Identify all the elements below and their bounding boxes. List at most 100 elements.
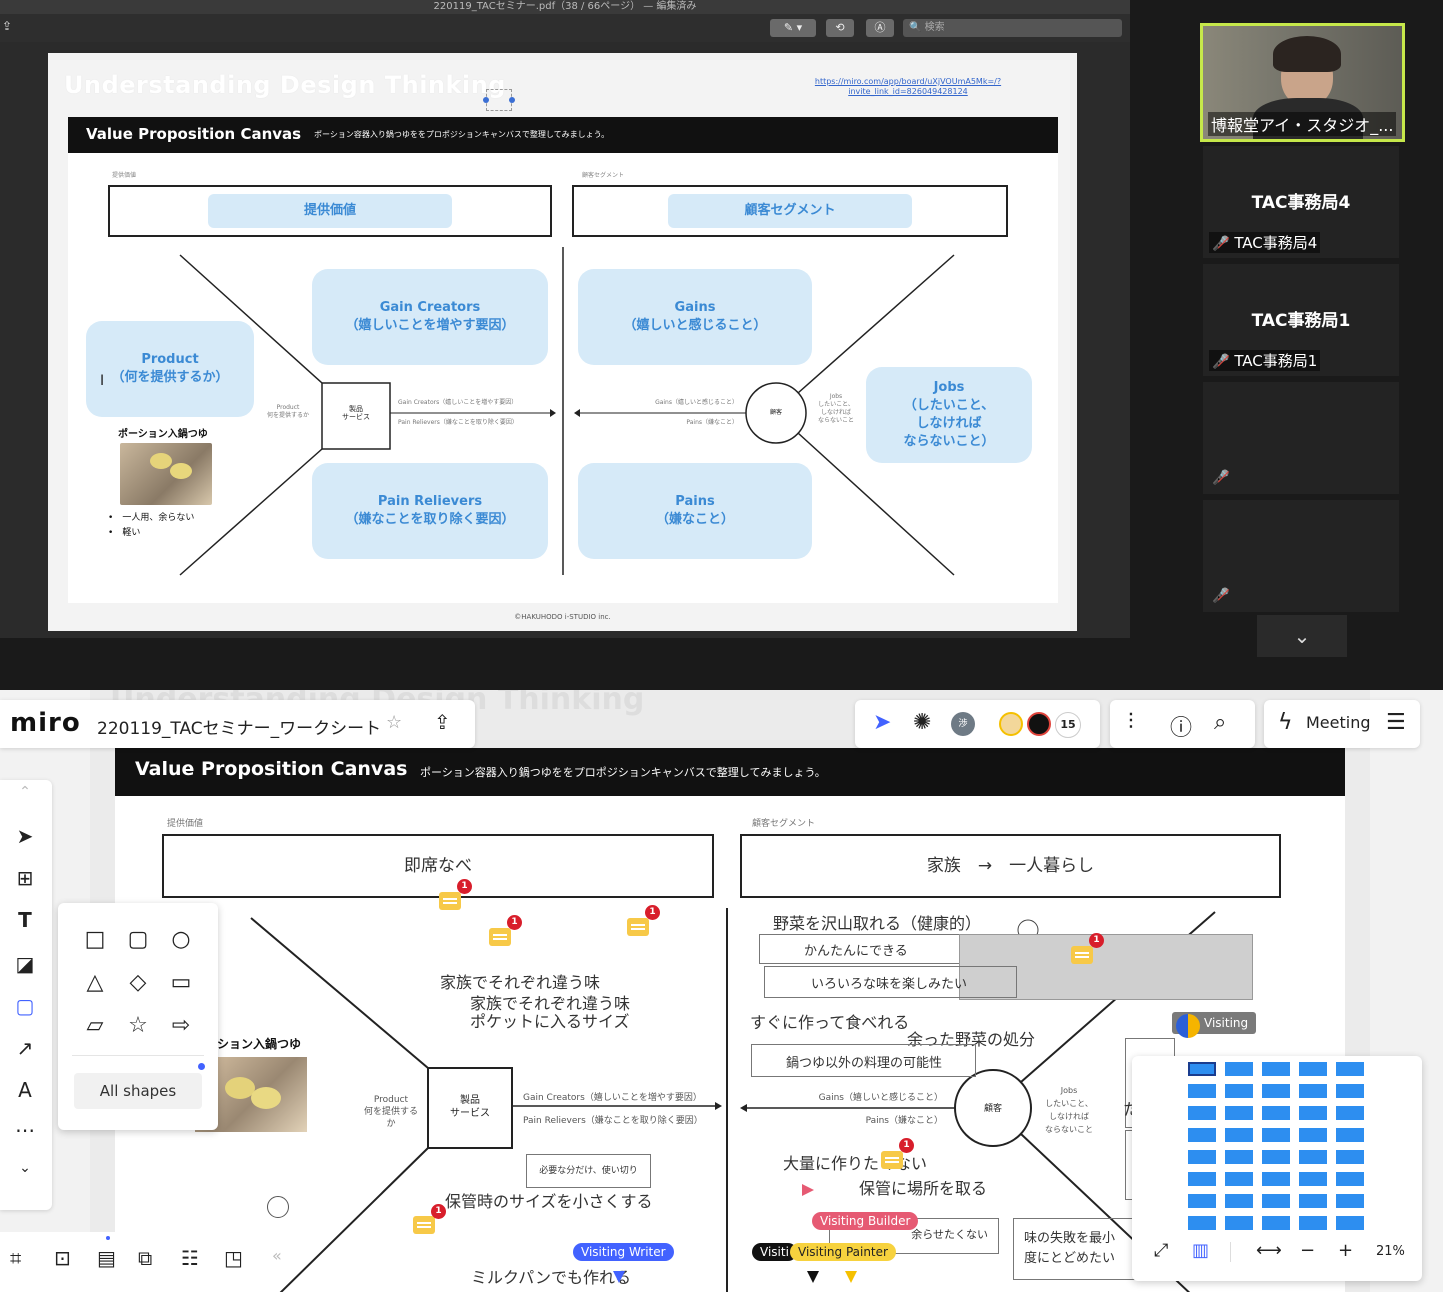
minimap-frame[interactable] xyxy=(1299,1172,1327,1186)
participant-tile[interactable]: 🎤̸ xyxy=(1203,382,1399,494)
minimap-frame[interactable] xyxy=(1262,1194,1290,1208)
value-box[interactable]: 即席なべ xyxy=(162,834,714,898)
note-box[interactable]: かんたんにできる xyxy=(759,934,961,964)
user-avatar[interactable] xyxy=(1027,712,1051,736)
fit-to-screen-icon[interactable]: ⟷ xyxy=(1256,1240,1282,1261)
annotate-button[interactable]: Ⓐ xyxy=(866,19,894,37)
meeting-button[interactable]: Meeting xyxy=(1306,713,1371,732)
select-tool-icon[interactable]: ➤ xyxy=(12,824,38,848)
minimap-frame[interactable] xyxy=(1188,1172,1216,1186)
minimap-frame[interactable] xyxy=(1299,1128,1327,1142)
circle-shape-icon[interactable]: ○ xyxy=(168,927,194,953)
minimap-frame[interactable] xyxy=(1262,1150,1290,1164)
user-avatar[interactable] xyxy=(999,712,1023,736)
minimap-frame[interactable] xyxy=(1225,1194,1253,1208)
note-box[interactable]: いろいろな味を楽しみたい xyxy=(764,966,1017,998)
search-icon[interactable]: ⌕ xyxy=(1214,710,1226,735)
share-icon[interactable]: ⇪ xyxy=(2,19,12,33)
minimap-frame[interactable] xyxy=(1225,1150,1253,1164)
comment-icon[interactable] xyxy=(489,928,511,946)
minimap-frame[interactable] xyxy=(1336,1194,1364,1208)
slide-link[interactable]: https://miro.com/app/board/uXjVOUmA5Mk=/… xyxy=(798,77,1018,97)
help-icon[interactable]: ⓘ xyxy=(1170,710,1192,742)
miro-logo[interactable]: miro xyxy=(10,708,81,738)
minimap-frame[interactable] xyxy=(1336,1172,1364,1186)
minimap-frame[interactable] xyxy=(1336,1106,1364,1120)
markup-button[interactable]: ✎ ▾ xyxy=(770,19,816,37)
more-tools-icon[interactable]: ⋯ xyxy=(12,1118,38,1142)
minimap-frame[interactable] xyxy=(1188,1150,1216,1164)
comments-icon[interactable]: ▤ xyxy=(97,1246,116,1270)
minimap-frame[interactable] xyxy=(1225,1128,1253,1142)
note-box[interactable]: 鍋つゆ以外の料理の可能性 xyxy=(751,1044,976,1077)
minimap-frame[interactable] xyxy=(1188,1106,1216,1120)
circle-shape[interactable] xyxy=(267,1196,289,1218)
rotate-button[interactable]: ⟲ xyxy=(826,19,854,37)
all-shapes-button[interactable]: All shapes xyxy=(74,1073,202,1109)
connector-tool-icon[interactable]: ↗ xyxy=(12,1036,38,1060)
sticky-text[interactable]: ポケットに入るサイズ xyxy=(470,1008,630,1032)
collapse-down-icon[interactable]: ⌄ xyxy=(12,1160,38,1176)
minimap-frame[interactable] xyxy=(1262,1084,1290,1098)
minimap-frame[interactable] xyxy=(1299,1216,1327,1230)
minimap-frame[interactable] xyxy=(1225,1172,1253,1186)
minimap-frame[interactable] xyxy=(1262,1216,1290,1230)
star-icon[interactable]: ☆ xyxy=(386,712,402,733)
minimap-frame[interactable] xyxy=(1262,1106,1290,1120)
square-shape-icon[interactable]: □ xyxy=(82,927,108,953)
export-icon[interactable]: ⇪ xyxy=(434,710,451,734)
minimap-frame[interactable] xyxy=(1336,1128,1364,1142)
fullscreen-icon[interactable]: ⤢ xyxy=(1154,1240,1168,1261)
text-tool-icon[interactable]: T xyxy=(12,908,38,932)
minimap-frame[interactable] xyxy=(1188,1128,1216,1142)
speech-bubble-shape-icon[interactable]: ▭ xyxy=(168,970,194,996)
minimap-frame[interactable] xyxy=(1188,1084,1216,1098)
participant-tile[interactable]: TAC事務局1 🎤̸ TAC事務局1 xyxy=(1203,264,1399,376)
minimap-frame[interactable] xyxy=(1336,1150,1364,1164)
lightning-icon[interactable]: ϟ xyxy=(1278,710,1293,735)
shape-tool-icon[interactable]: ▢ xyxy=(12,994,38,1018)
minimap-frame[interactable] xyxy=(1262,1172,1290,1186)
chevron-down-icon[interactable]: ⌄ xyxy=(1257,615,1347,657)
minimap-frame[interactable] xyxy=(1299,1106,1327,1120)
minimap-frame[interactable] xyxy=(1188,1062,1216,1076)
minimap-frame[interactable] xyxy=(1299,1150,1327,1164)
minimap-frame[interactable] xyxy=(1225,1062,1253,1076)
participant-tile[interactable]: TAC事務局4 🎤̸ TAC事務局4 xyxy=(1203,146,1399,258)
participant-tile[interactable]: 🎤̸ xyxy=(1203,500,1399,612)
parallelogram-shape-icon[interactable]: ▱ xyxy=(82,1013,108,1039)
minimap-frame[interactable] xyxy=(1188,1216,1216,1230)
comment-icon[interactable] xyxy=(1071,946,1093,964)
presentation-icon[interactable]: ⊡ xyxy=(54,1246,71,1270)
collapse-up-icon[interactable]: ⌃ xyxy=(12,784,38,800)
minimap-frame[interactable] xyxy=(1336,1216,1364,1230)
sticky-text[interactable]: ミルクパンでも作れる xyxy=(471,1264,631,1288)
sticky-text[interactable]: 大量に作りたくない xyxy=(783,1150,927,1174)
sticky-text[interactable]: 保管時のサイズを小さくする xyxy=(445,1188,653,1212)
pen-tool-icon[interactable]: A xyxy=(12,1078,38,1102)
map-icon[interactable]: ▥ xyxy=(1192,1240,1209,1261)
comment-icon[interactable] xyxy=(627,918,649,936)
rounded-square-shape-icon[interactable]: ▢ xyxy=(125,927,151,953)
reaction-icon[interactable]: ✺ xyxy=(913,710,931,735)
zoom-level[interactable]: 21% xyxy=(1376,1244,1405,1259)
zoom-in-icon[interactable]: + xyxy=(1338,1240,1353,1261)
minimap-frame[interactable] xyxy=(1262,1128,1290,1142)
star-shape-icon[interactable]: ☆ xyxy=(125,1013,151,1039)
video-chat-icon[interactable]: ⧉ xyxy=(138,1246,152,1270)
comment-icon[interactable] xyxy=(439,892,461,910)
minimap-frame[interactable] xyxy=(1336,1062,1364,1076)
minimap-frame[interactable] xyxy=(1262,1062,1290,1076)
collaborator-count[interactable]: 15 xyxy=(1055,712,1081,738)
sticky-note-tool-icon[interactable]: ◪ xyxy=(12,952,38,976)
sticky-text[interactable]: 保管に場所を取る xyxy=(859,1175,987,1199)
settings-sliders-icon[interactable]: ⫶ xyxy=(1128,710,1134,735)
user-avatar[interactable]: 渉 xyxy=(951,712,975,736)
note-box[interactable]: 味の失敗を最小 度にとどめたい xyxy=(1013,1218,1143,1280)
frames-icon[interactable]: ⌗ xyxy=(10,1246,21,1270)
minimap-panel[interactable]: ⤢ ▥ ⟷ − + 21% xyxy=(1132,1056,1422,1281)
segment-box[interactable]: 家族 → 一人暮らし xyxy=(740,834,1281,898)
minimap-frame[interactable] xyxy=(1336,1084,1364,1098)
pdf-search-input[interactable]: 🔍 検索 xyxy=(903,19,1122,37)
cursor-follow-icon[interactable]: ➤ xyxy=(873,710,891,735)
